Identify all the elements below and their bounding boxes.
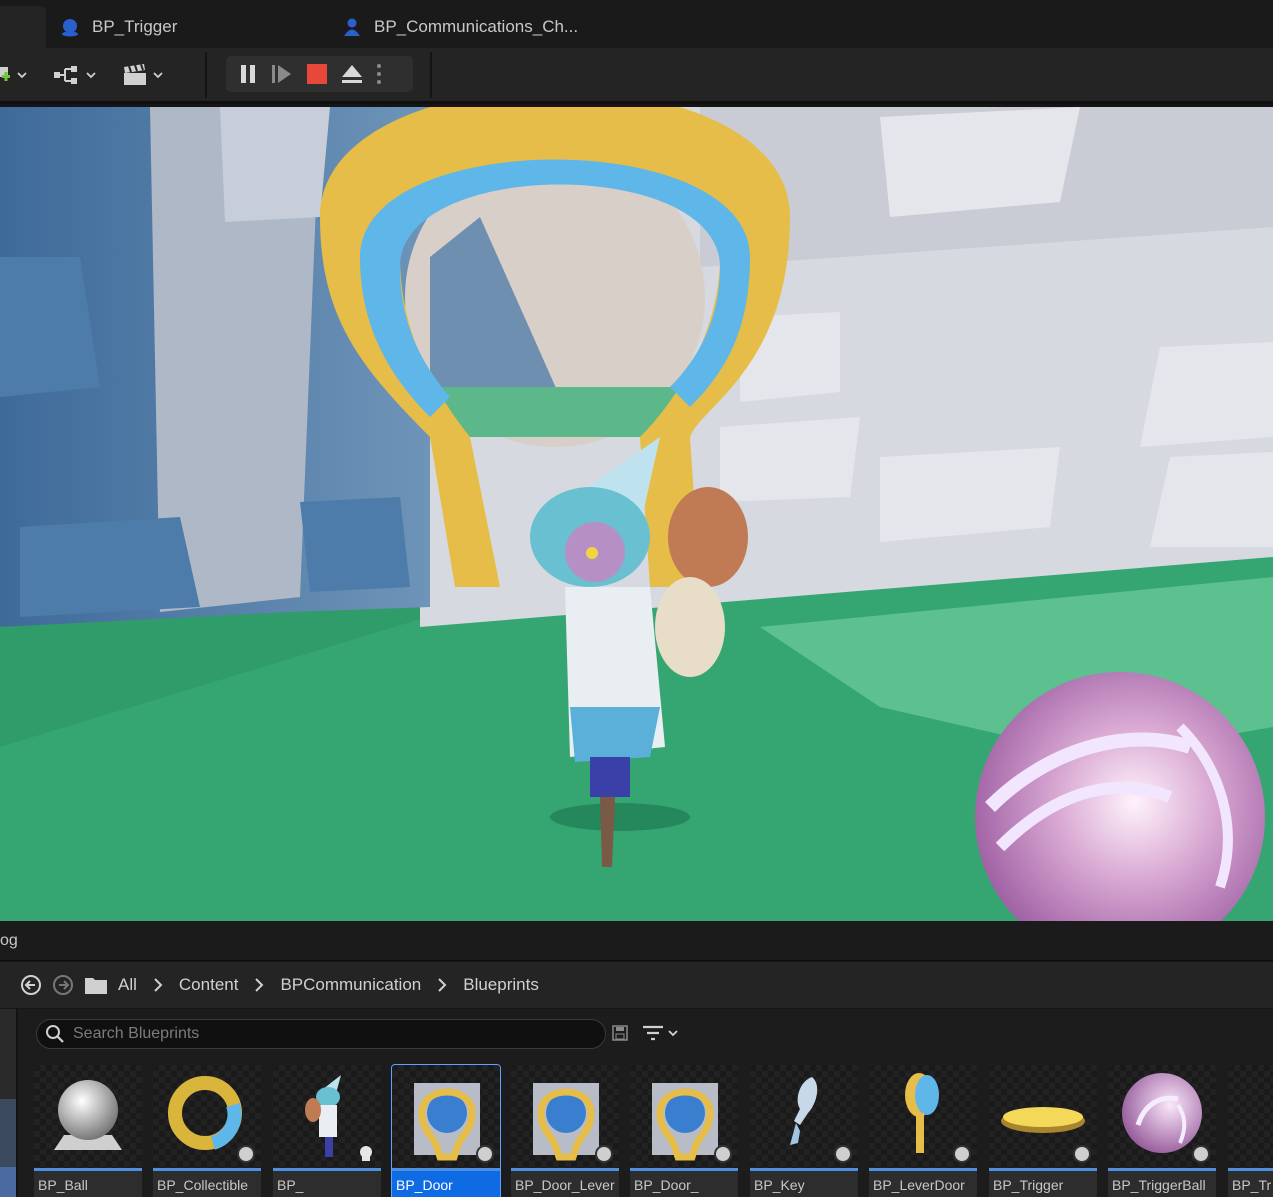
asset-type-bar	[392, 1168, 500, 1171]
toolbar-separator	[205, 52, 207, 98]
actor-badge-icon	[1073, 1145, 1091, 1163]
asset-thumbnail	[34, 1065, 142, 1168]
folder-icon[interactable]	[84, 975, 108, 995]
asset-tile-bp-door-2[interactable]: BP_Door_	[630, 1065, 738, 1197]
viewport-scene	[0, 107, 1273, 921]
pause-icon[interactable]	[238, 63, 258, 85]
chevron-down-icon	[17, 72, 27, 79]
sources-panel-collapsed[interactable]	[0, 1009, 17, 1197]
chevron-down-icon	[668, 1030, 678, 1037]
actor-badge-icon	[714, 1145, 732, 1163]
asset-thumbnail	[1228, 1065, 1273, 1168]
asset-label: BP_Ball	[38, 1177, 88, 1193]
actor-badge-icon	[595, 1145, 613, 1163]
tab-label: BP_Communications_Ch...	[374, 17, 579, 36]
drawer-title-label: og	[0, 931, 18, 949]
breadcrumb-blueprints[interactable]: Blueprints	[463, 975, 539, 995]
asset-tile-bp-triggerball[interactable]: BP_TriggerBall	[1108, 1065, 1216, 1197]
blueprint-graph-icon	[54, 66, 77, 84]
frame-skip-icon[interactable]	[270, 63, 294, 85]
blueprint-menu-button[interactable]	[53, 65, 96, 85]
asset-type-bar	[153, 1168, 261, 1171]
actor-badge-icon	[476, 1145, 494, 1163]
asset-label: BP_Tr	[1232, 1177, 1272, 1193]
tab-bp-communications[interactable]: BP_Communications_Ch...	[342, 8, 578, 46]
editor-tab-bar: BP_Trigger BP_Communications_Ch...	[0, 0, 1273, 48]
clapperboard-icon	[124, 64, 146, 85]
asset-tile-bp-collectible[interactable]: BP_Collectible	[153, 1065, 261, 1197]
asset-tile-bp-ball[interactable]: BP_Ball	[34, 1065, 142, 1197]
asset-label: BP_Door_	[634, 1177, 699, 1193]
asset-type-bar	[273, 1168, 381, 1171]
toolbar-separator	[430, 52, 432, 98]
asset-type-bar	[34, 1168, 142, 1171]
breadcrumb-bpcommunication[interactable]: BPCommunication	[280, 975, 421, 995]
asset-type-bar	[989, 1168, 1097, 1171]
asset-tile-bp-door[interactable]: BP_Door	[391, 1064, 501, 1197]
asset-type-bar	[1108, 1168, 1216, 1171]
asset-tile-bp-leverdoor[interactable]: BP_LeverDoor	[869, 1065, 977, 1197]
content-browser-navbar: All Content BPCommunication Blueprints	[0, 962, 1273, 1008]
actor-badge-icon	[1192, 1145, 1210, 1163]
asset-label: BP_Door_Lever	[515, 1177, 615, 1193]
asset-label: BP_Door	[396, 1177, 453, 1193]
asset-type-bar	[750, 1168, 858, 1171]
asset-type-bar	[1228, 1168, 1273, 1171]
asset-label: BP_	[277, 1177, 304, 1193]
forward-icon[interactable]	[52, 974, 74, 996]
search-input[interactable]	[73, 1025, 573, 1043]
skeleton-badge-icon	[360, 1146, 372, 1161]
asset-label: BP_Key	[754, 1177, 805, 1193]
asset-tile-bp-key[interactable]: BP_Key	[750, 1065, 858, 1197]
asset-label: BP_LeverDoor	[873, 1177, 965, 1193]
back-icon[interactable]	[20, 974, 42, 996]
chevron-down-icon	[86, 72, 96, 79]
level-viewport[interactable]	[0, 107, 1273, 921]
asset-type-bar	[869, 1168, 977, 1171]
blueprint-character-icon	[344, 18, 360, 36]
sphere-thumbnail-icon	[54, 1080, 122, 1150]
level-toolbar	[0, 48, 1273, 104]
asset-type-bar	[630, 1168, 738, 1171]
tab-previous[interactable]	[0, 6, 46, 48]
blueprint-actor-icon	[62, 19, 78, 37]
asset-label: BP_Collectible	[157, 1177, 249, 1193]
filter-icon	[643, 1025, 663, 1041]
eject-icon[interactable]	[340, 63, 364, 85]
chevron-right-icon[interactable]	[254, 978, 264, 992]
asset-tile-bp-tr-partial[interactable]: BP_Tr	[1228, 1065, 1273, 1197]
chevron-down-icon	[153, 72, 163, 79]
chevron-right-icon[interactable]	[153, 978, 163, 992]
sources-selection-active	[0, 1167, 16, 1197]
toolbar-left-group	[0, 58, 189, 92]
breadcrumb-all[interactable]: All	[118, 975, 137, 995]
asset-tile-bp-door-lever[interactable]: BP_Door_Lever	[511, 1065, 619, 1197]
output-log-tab[interactable]: og	[0, 921, 1273, 961]
tab-bp-trigger[interactable]: BP_Trigger	[60, 8, 177, 46]
chevron-right-icon[interactable]	[437, 978, 447, 992]
save-search-icon[interactable]	[612, 1025, 628, 1041]
sources-selection	[0, 1099, 16, 1169]
add-icon	[0, 67, 10, 81]
playback-controls	[226, 56, 413, 92]
add-actor-button[interactable]	[0, 63, 27, 87]
more-options-icon[interactable]	[376, 62, 382, 86]
actor-badge-icon	[953, 1145, 971, 1163]
asset-type-bar	[511, 1168, 619, 1171]
tab-label: BP_Trigger	[92, 17, 178, 36]
stop-icon[interactable]	[306, 63, 328, 85]
actor-badge-icon	[834, 1145, 852, 1163]
filter-button[interactable]	[642, 1024, 678, 1042]
asset-label: BP_TriggerBall	[1112, 1177, 1206, 1193]
search-icon	[46, 1025, 64, 1043]
asset-tile-bp-trigger[interactable]: BP_Trigger	[989, 1065, 1097, 1197]
asset-label: BP_Trigger	[993, 1177, 1064, 1193]
breadcrumb-content[interactable]: Content	[179, 975, 239, 995]
actor-badge-icon	[237, 1145, 255, 1163]
search-box[interactable]	[36, 1019, 606, 1049]
asset-tile-bp-character[interactable]: BP_	[273, 1065, 381, 1197]
cinematics-menu-button[interactable]	[122, 63, 163, 87]
